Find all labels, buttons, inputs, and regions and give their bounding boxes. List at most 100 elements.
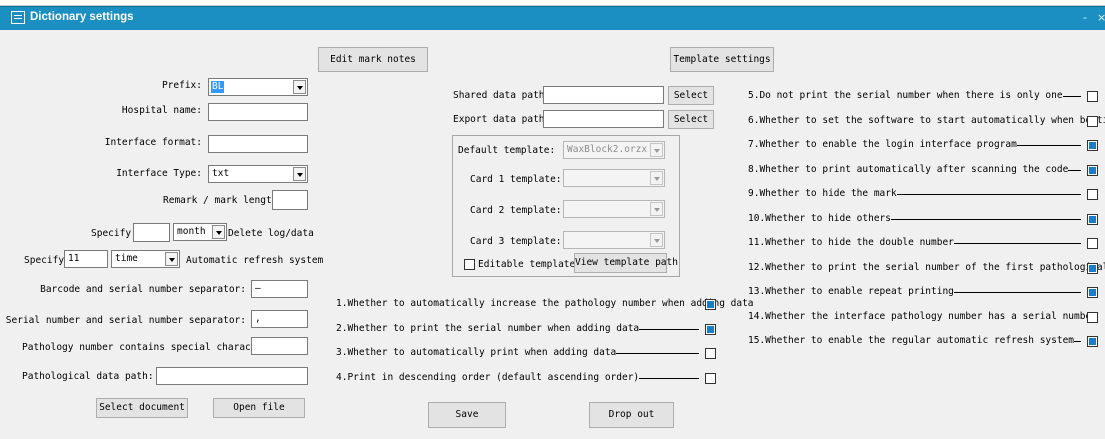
chevron-down-icon[interactable] (212, 225, 225, 239)
option-row[interactable]: 11.Whether to hide the double number (748, 237, 1099, 251)
option-row[interactable]: 3.Whether to automatically print when ad… (336, 347, 717, 361)
option-leader-line (639, 377, 699, 379)
option-row[interactable]: 15.Whether to enable the regular automat… (748, 335, 1099, 349)
shared-data-path-input[interactable] (543, 86, 664, 104)
option-label: 4.Print in descending order (default asc… (336, 371, 640, 383)
chevron-down-icon[interactable] (293, 80, 306, 94)
option-label: 11.Whether to hide the double number (748, 237, 954, 248)
select-document-button[interactable]: Select document (96, 398, 188, 418)
interface-format-input[interactable] (208, 135, 308, 153)
option-checkbox[interactable] (1087, 189, 1098, 200)
option-checkbox[interactable] (1087, 262, 1098, 274)
delete-unit-select[interactable]: month (173, 223, 227, 241)
prefix-select[interactable]: BL (208, 78, 308, 96)
option-checkbox[interactable] (1087, 238, 1098, 249)
app-logo-icon (11, 11, 25, 24)
refresh-interval-input[interactable]: 11 (64, 250, 108, 268)
shared-data-path-label: Shared data path: (453, 90, 551, 101)
card3-template-select[interactable] (563, 231, 665, 249)
title-bar[interactable]: Dictionary settings - × (0, 6, 1105, 30)
delete-period-input[interactable] (133, 223, 170, 242)
interface-format-label: Interface format: (104, 137, 202, 148)
card2-template-select[interactable] (563, 200, 665, 218)
option-row[interactable]: 7.Whether to enable the login interface … (748, 139, 1099, 153)
hospital-name-input[interactable] (208, 103, 308, 121)
shared-path-select-button[interactable]: Select (668, 86, 714, 105)
window-title: Dictionary settings (30, 11, 134, 23)
option-leader-line (953, 243, 1081, 244)
open-file-button[interactable]: Open file (213, 398, 305, 418)
option-label: 13.Whether to enable repeat printing (748, 286, 954, 297)
remark-length-input[interactable] (272, 190, 308, 210)
refresh-unit-select[interactable]: time (111, 250, 180, 268)
chevron-down-icon[interactable] (650, 233, 663, 247)
option-label: 9.Whether to hide the mark (748, 188, 897, 199)
option-checkbox[interactable] (705, 299, 716, 310)
interface-type-label: Interface Type: (116, 168, 202, 179)
option-checkbox[interactable] (1087, 311, 1098, 323)
option-row[interactable]: 14.Whether the interface pathology numbe… (748, 311, 1099, 325)
option-checkbox[interactable] (1087, 213, 1098, 225)
close-icon[interactable]: × (1097, 11, 1105, 24)
chevron-down-icon[interactable] (165, 252, 178, 266)
default-template-value: WaxBlock2.orzx (567, 144, 648, 155)
drop-out-button[interactable]: Drop out (589, 402, 674, 428)
export-data-path-input[interactable] (543, 110, 664, 128)
option-checkbox[interactable] (1087, 140, 1098, 151)
card1-template-select[interactable] (563, 169, 665, 187)
option-checkbox[interactable] (1087, 164, 1098, 176)
prefix-label: Prefix: (161, 80, 202, 91)
specify-delete-label: Specify (91, 228, 132, 239)
view-template-path-button[interactable]: View template path (574, 253, 678, 273)
option-label: 8.Whether to print automatically after s… (748, 163, 1069, 175)
option-row[interactable]: 10.Whether to hide others (748, 213, 1099, 227)
option-checkbox[interactable] (1087, 115, 1098, 127)
interface-type-select[interactable]: txt (208, 165, 308, 183)
option-label: 15.Whether to enable the regular automat… (748, 335, 1075, 346)
option-row[interactable]: 2.Whether to print the serial number whe… (336, 323, 717, 337)
option-checkbox[interactable] (705, 372, 716, 384)
option-row[interactable]: 5.Do not print the serial number when th… (748, 90, 1099, 104)
option-row[interactable]: 1.Whether to automatically increase the … (336, 298, 754, 312)
option-checkbox[interactable] (1087, 336, 1098, 347)
specify-refresh-label: Specify (24, 255, 65, 266)
option-row[interactable]: 8.Whether to print automatically after s… (748, 164, 1099, 178)
option-checkbox[interactable] (1087, 91, 1098, 102)
prefix-value: BL (211, 81, 225, 93)
export-path-select-button[interactable]: Select (668, 110, 714, 129)
chevron-down-icon[interactable] (650, 202, 663, 216)
refresh-unit-value: time (115, 253, 138, 264)
editable-template-checkbox[interactable] (464, 259, 475, 270)
option-checkbox[interactable] (705, 323, 716, 335)
chevron-down-icon[interactable] (650, 143, 663, 157)
option-row[interactable]: 9.Whether to hide the mark (748, 188, 1099, 202)
option-row[interactable]: 13.Whether to enable repeat printing (748, 286, 1099, 300)
option-leader-line (1074, 341, 1081, 342)
default-template-select[interactable]: WaxBlock2.orzx (563, 141, 665, 159)
option-row[interactable]: 12.Whether to print the serial number of… (748, 262, 1105, 276)
data-path-input[interactable] (156, 367, 308, 385)
serial-separator-input[interactable]: , (251, 310, 308, 328)
chevron-down-icon[interactable] (293, 167, 306, 181)
default-template-label: Default template: (458, 145, 556, 156)
option-row[interactable]: 4.Print in descending order (default asc… (336, 372, 717, 386)
barcode-separator-input[interactable]: — (251, 280, 308, 298)
option-checkbox[interactable] (1087, 287, 1098, 298)
special-characters-input[interactable] (251, 337, 308, 355)
chevron-down-icon[interactable] (650, 171, 663, 185)
card1-template-label: Card 1 template: (470, 174, 562, 185)
option-leader-line (896, 194, 1081, 195)
edit-mark-notes-button[interactable]: Edit mark notes (318, 47, 428, 72)
option-checkbox[interactable] (705, 348, 716, 359)
export-data-path-label: Export data path: (453, 114, 551, 125)
option-label: 3.Whether to automatically print when ad… (336, 347, 617, 358)
editable-template-label: Editable template (478, 259, 576, 270)
minimize-icon[interactable]: - (1083, 11, 1087, 24)
data-path-label: Pathological data path: (22, 371, 154, 382)
option-leader-line (953, 292, 1081, 293)
template-settings-button[interactable]: Template settings (670, 47, 774, 72)
interface-type-value: txt (212, 168, 230, 179)
option-row[interactable]: 6.Whether to set the software to start a… (748, 115, 1105, 129)
barcode-separator-label: Barcode and serial number separator: (40, 284, 246, 295)
save-button[interactable]: Save (428, 402, 506, 428)
